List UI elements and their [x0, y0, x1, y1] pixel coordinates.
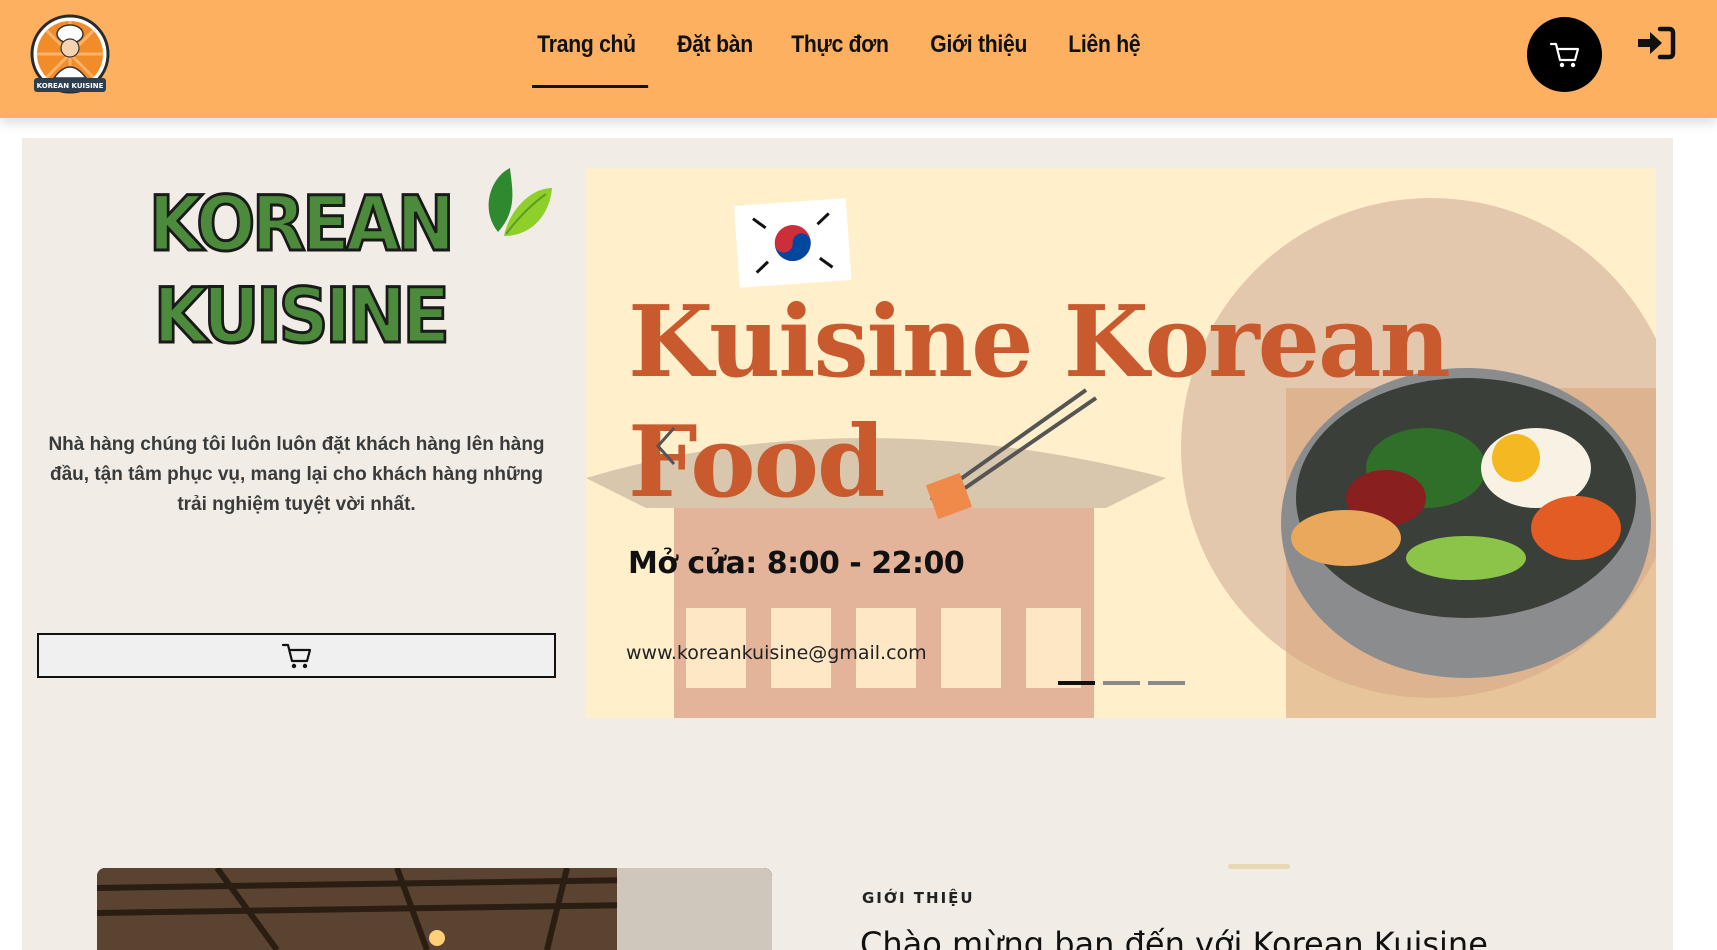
site-logo[interactable]: KOREAN KUISINE: [30, 12, 114, 100]
banner-email: www.koreankuisine@gmail.com: [626, 642, 927, 664]
carousel-indicator-1[interactable]: [1058, 681, 1095, 685]
banner-title-line-1: Kuisine Korean: [628, 285, 1451, 400]
hero-carousel[interactable]: Kuisine Korean Food Mở cửa: 8:00 - 22:00…: [586, 168, 1656, 718]
brand-line-1: KOREAN: [147, 178, 456, 270]
about-section-label: GIỚI THIỆU: [862, 889, 975, 907]
leaf-icon: [488, 168, 552, 236]
about-heading: Chào mừng bạn đến với Korean Kuisine: [860, 925, 1488, 950]
hero-tagline: Nhà hàng chúng tôi luôn luôn đặt khách h…: [48, 434, 545, 515]
carousel-indicator-3[interactable]: [1148, 681, 1185, 685]
header-cart-button[interactable]: [1527, 17, 1602, 92]
logo-text: KOREAN KUISINE: [37, 82, 104, 90]
nav-about[interactable]: Giới thiệu: [925, 28, 1047, 78]
chevron-left-icon[interactable]: [650, 424, 682, 468]
sign-in-icon[interactable]: [1636, 26, 1676, 60]
cart-icon: [281, 643, 311, 668]
carousel-indicator-2[interactable]: [1103, 681, 1140, 685]
banner-opening-hours: Mở cửa: 8:00 - 22:00: [628, 546, 965, 581]
nav-booking[interactable]: Đặt bàn: [672, 28, 772, 78]
nav-home[interactable]: Trang chủ: [532, 28, 655, 88]
nav-contact[interactable]: Liên hệ: [1063, 28, 1160, 78]
about-restaurant-image: [97, 868, 772, 950]
nav-menu[interactable]: Thực đơn: [786, 28, 908, 78]
cart-icon: [1549, 42, 1579, 67]
carousel-indicators: [1058, 681, 1185, 685]
order-now-button[interactable]: [37, 633, 556, 678]
brand-line-2: KUISINE: [152, 270, 451, 362]
site-header: KOREAN KUISINE Trang chủ Đặt bàn Thực đơ…: [0, 0, 1717, 118]
main-nav: Trang chủ Đặt bàn Thực đơn Giới thiệu Li…: [532, 28, 1173, 88]
section-divider: [1228, 864, 1290, 869]
brand-title: KOREAN KUISINE: [130, 178, 470, 362]
